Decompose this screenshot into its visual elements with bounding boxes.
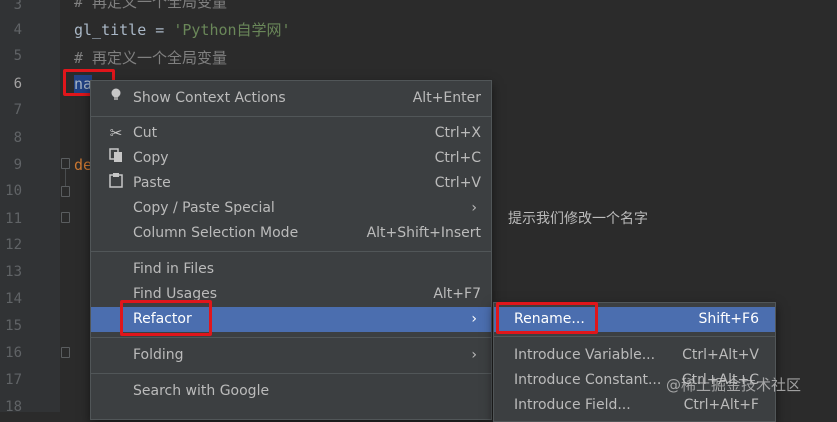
menu-item-label: Folding — [133, 347, 184, 363]
clipboard-icon — [106, 171, 126, 196]
menu-item-shortcut: Alt+Shift+Insert — [366, 225, 481, 241]
menu-item-shortcut: Alt+Enter — [412, 90, 481, 106]
variable-name: gl_title — [74, 21, 147, 39]
highlight-box-rename — [496, 302, 598, 334]
line-number: 15 — [5, 318, 22, 334]
menu-item-find-in-files[interactable]: Find in Files — [91, 257, 491, 282]
line-number: 6 — [13, 76, 22, 92]
menu-item-shortcut: Alt+F7 — [433, 286, 481, 302]
submenu-item-introduce-field[interactable]: Introduce Field... Ctrl+Alt+F — [494, 393, 775, 418]
menu-item-label: Introduce Variable... — [514, 347, 656, 363]
highlight-box-refactor — [120, 300, 212, 336]
submenu-arrow-icon: › — [471, 347, 477, 363]
fold-guide — [65, 169, 66, 186]
scissors-icon: ✂ — [109, 124, 123, 142]
line-number: 9 — [13, 157, 22, 173]
menu-item-cut[interactable]: ✂ Cut Ctrl+X — [91, 121, 491, 146]
annotation-hint: 提示我们修改一个名字 — [508, 211, 648, 227]
menu-separator — [494, 336, 775, 337]
menu-item-copy[interactable]: Copy Ctrl+C — [91, 146, 491, 171]
lightbulb-icon — [106, 86, 126, 111]
menu-separator — [91, 337, 491, 338]
line-number: 8 — [13, 130, 22, 146]
menu-item-copy-paste-special[interactable]: Copy / Paste Special › — [91, 196, 491, 221]
line-number: 12 — [5, 237, 22, 253]
menu-item-label: Search with Google — [133, 383, 270, 399]
line-number: 13 — [5, 264, 22, 280]
line-number: 4 — [13, 22, 22, 38]
code-line-4[interactable]: gl_title = 'Python自学网' — [74, 18, 291, 42]
menu-item-label: Paste — [133, 175, 171, 191]
submenu-arrow-icon: › — [471, 200, 477, 216]
menu-item-label: Copy — [133, 150, 169, 166]
menu-item-folding[interactable]: Folding › — [91, 343, 491, 368]
line-number: 10 — [5, 183, 22, 199]
menu-separator — [91, 116, 491, 117]
menu-item-label: Column Selection Mode — [133, 225, 299, 241]
line-number: 11 — [5, 211, 22, 227]
menu-item-shortcut: Ctrl+C — [434, 150, 481, 166]
menu-item-label: Show Context Actions — [133, 90, 286, 106]
menu-separator — [91, 251, 491, 252]
menu-item-shortcut: Shift+F6 — [698, 311, 759, 327]
fold-marker-icon[interactable] — [61, 186, 70, 197]
line-number: 5 — [13, 48, 22, 64]
submenu-item-introduce-variable[interactable]: Introduce Variable... Ctrl+Alt+V — [494, 343, 775, 368]
menu-item-label: Cut — [133, 125, 158, 141]
menu-item-column-selection-mode[interactable]: Column Selection Mode Alt+Shift+Insert — [91, 221, 491, 246]
menu-item-label: Introduce Field... — [514, 397, 631, 413]
menu-item-shortcut: Ctrl+Alt+V — [682, 347, 759, 363]
submenu-arrow-icon: › — [471, 311, 477, 327]
string-literal: 'Python自学网' — [173, 21, 291, 39]
code-line-3[interactable]: # 再定义一个全局变量 — [74, 0, 227, 14]
watermark: @稀土掘金技术社区 — [666, 376, 802, 394]
context-menu: Show Context Actions Alt+Enter ✂ Cut Ctr… — [90, 80, 492, 420]
menu-separator — [91, 373, 491, 374]
copy-icon — [106, 146, 126, 171]
menu-item-label: Introduce Constant... — [514, 372, 662, 388]
fold-marker-icon[interactable] — [61, 347, 70, 358]
menu-item-show-context-actions[interactable]: Show Context Actions Alt+Enter — [91, 86, 491, 111]
line-number: 17 — [5, 372, 22, 388]
line-number: 18 — [5, 399, 22, 415]
menu-item-shortcut: Ctrl+Alt+F — [683, 397, 759, 413]
menu-item-label: Copy / Paste Special — [133, 200, 275, 216]
menu-item-paste[interactable]: Paste Ctrl+V — [91, 171, 491, 196]
menu-item-label: Find in Files — [133, 261, 215, 277]
assign-operator: = — [146, 21, 174, 39]
code-line-5[interactable]: # 再定义一个全局变量 — [74, 46, 227, 70]
fold-marker-icon[interactable] — [61, 212, 70, 223]
menu-item-shortcut: Ctrl+X — [434, 125, 481, 141]
line-number: 14 — [5, 291, 22, 307]
menu-item-shortcut: Ctrl+V — [434, 175, 481, 191]
line-number: 3 — [13, 0, 22, 13]
fold-marker-icon[interactable] — [61, 158, 70, 169]
line-number: 16 — [5, 345, 22, 361]
line-number: 7 — [13, 102, 22, 118]
menu-item-search-with-google[interactable]: Search with Google — [91, 379, 491, 404]
